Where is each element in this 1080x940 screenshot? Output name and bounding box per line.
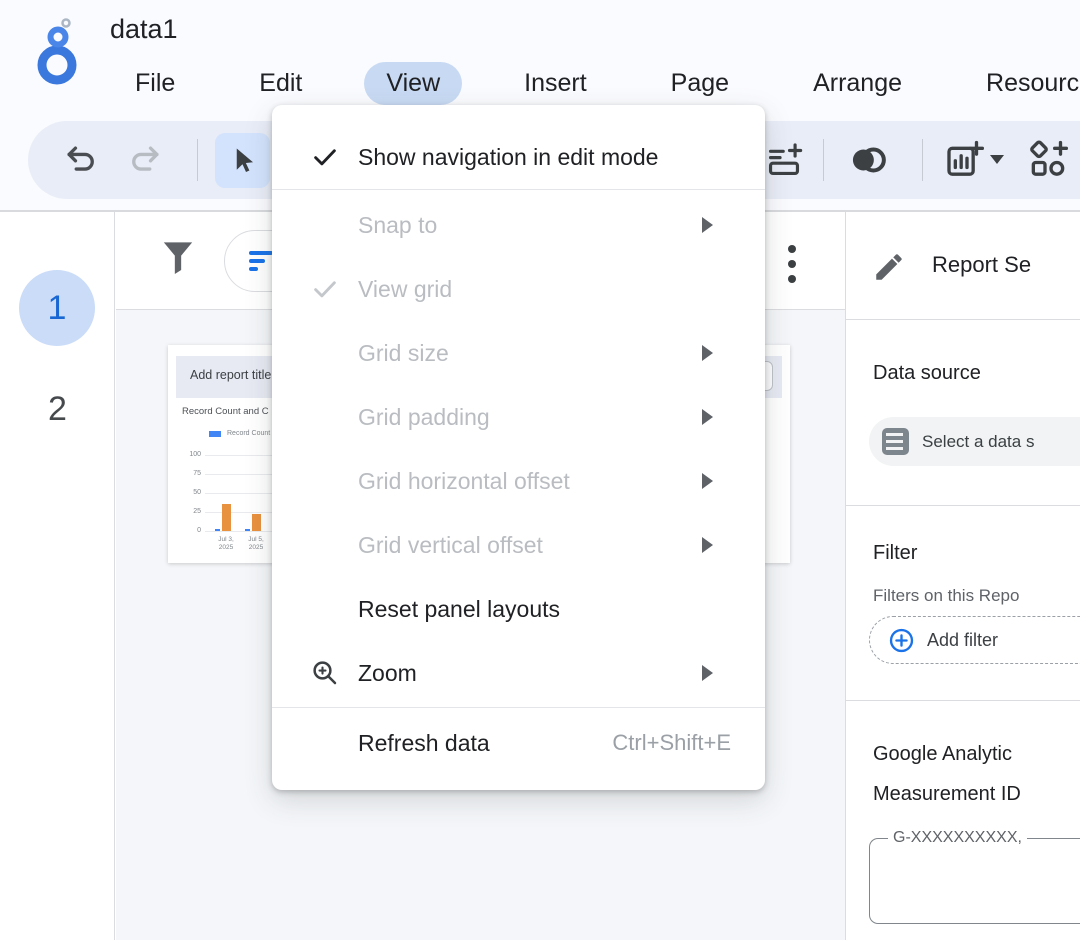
menu-item-grid-size[interactable]: Grid size [272, 321, 765, 385]
redo-icon[interactable] [125, 140, 165, 180]
menu-divider [272, 189, 765, 190]
check-icon [308, 272, 342, 306]
filters-subtext: Filters on this Repo [873, 586, 1019, 606]
filter-heading: Filter [873, 542, 917, 565]
toolbar-divider [823, 139, 824, 181]
menu-item-reset-panel-layouts[interactable]: Reset panel layouts [272, 577, 765, 641]
page-1-button[interactable]: 1 [19, 270, 95, 346]
ga-measurement-id-input[interactable]: G-XXXXXXXXXX, [869, 838, 1080, 924]
edit-pencil-icon [872, 250, 906, 289]
check-icon [308, 140, 342, 174]
submenu-arrow-icon [702, 665, 713, 681]
menu-item-show-navigation[interactable]: Show navigation in edit mode [272, 125, 765, 189]
menu-item-view-grid[interactable]: View grid [272, 257, 765, 321]
select-data-source-label: Select a data s [922, 432, 1034, 452]
data-source-list-icon [882, 428, 909, 455]
view-menu-dropdown: Show navigation in edit mode Snap to Vie… [272, 105, 765, 790]
menu-page[interactable]: Page [649, 62, 751, 105]
panel-divider [846, 700, 1080, 701]
menu-item-refresh-data[interactable]: Refresh data Ctrl+Shift+E [272, 711, 765, 775]
plus-circle-icon [888, 627, 915, 654]
menu-insert[interactable]: Insert [502, 62, 609, 105]
menu-resource[interactable]: Resource [964, 62, 1080, 105]
submenu-arrow-icon [702, 217, 713, 233]
panel-header: Report Se [846, 212, 1080, 320]
blend-data-icon[interactable] [848, 140, 888, 180]
more-options-icon[interactable] [788, 245, 796, 283]
chevron-down-icon[interactable] [990, 155, 1004, 164]
menu-edit[interactable]: Edit [237, 62, 324, 105]
data-source-heading: Data source [873, 362, 981, 385]
menu-divider [272, 707, 765, 708]
menu-view[interactable]: View [364, 62, 462, 105]
add-filter-label: Add filter [927, 630, 998, 651]
menubar: File Edit View Insert Page Arrange Resou… [113, 60, 1080, 106]
ga-measurement-heading: Google Analytic Measurement ID [873, 734, 1021, 814]
filter-lines-icon [249, 251, 273, 271]
ga-input-label: G-XXXXXXXXXX, [888, 829, 1027, 847]
panel-title: Report Se [932, 252, 1031, 278]
submenu-arrow-icon [702, 537, 713, 553]
page-2-button[interactable]: 2 [0, 390, 115, 429]
select-data-source-button[interactable]: Select a data s [869, 417, 1080, 466]
page-navigation: 1 2 [0, 212, 115, 940]
zoom-in-icon [308, 656, 342, 690]
select-tool-icon[interactable] [215, 133, 270, 188]
menu-item-grid-padding[interactable]: Grid padding [272, 385, 765, 449]
looker-studio-window: data1 File Edit View Insert Page Arrange… [0, 0, 1080, 940]
looker-studio-logo-icon[interactable] [30, 16, 88, 88]
submenu-arrow-icon [702, 409, 713, 425]
document-title[interactable]: data1 [110, 14, 178, 45]
menu-item-zoom[interactable]: Zoom [272, 641, 765, 705]
filter-funnel-icon[interactable] [158, 236, 198, 287]
add-chart-icon[interactable] [944, 140, 984, 180]
toolbar-divider [922, 139, 923, 181]
menu-item-snap-to[interactable]: Snap to [272, 193, 765, 257]
keyboard-shortcut: Ctrl+Shift+E [612, 730, 731, 756]
undo-icon[interactable] [61, 140, 101, 180]
add-control-icon[interactable] [1028, 140, 1068, 180]
toolbar-divider [197, 139, 198, 181]
add-filter-button[interactable]: Add filter [869, 616, 1080, 664]
add-data-icon[interactable] [764, 140, 804, 180]
menu-arrange[interactable]: Arrange [791, 62, 924, 105]
menu-item-grid-vertical-offset[interactable]: Grid vertical offset [272, 513, 765, 577]
menu-file[interactable]: File [113, 62, 197, 105]
report-settings-panel: Report Se Data source Select a data s Fi… [845, 212, 1080, 940]
menu-item-grid-horizontal-offset[interactable]: Grid horizontal offset [272, 449, 765, 513]
submenu-arrow-icon [702, 473, 713, 489]
panel-divider [846, 505, 1080, 506]
submenu-arrow-icon [702, 345, 713, 361]
